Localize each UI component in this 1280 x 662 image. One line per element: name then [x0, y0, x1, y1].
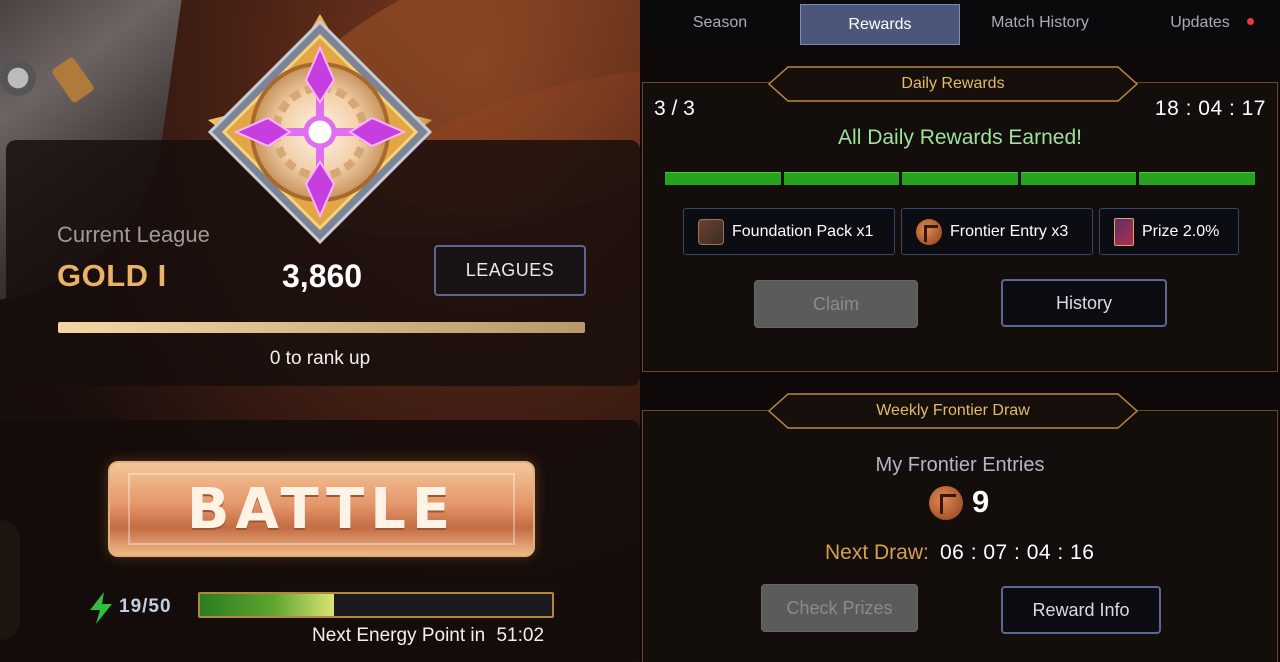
next-draw-label: Next Draw: — [825, 541, 929, 564]
check-prizes-button[interactable]: Check Prizes — [761, 584, 918, 632]
league-panel: Current League GOLD I 3,860 LEAGUES 0 to… — [0, 0, 640, 662]
daily-progress-segment — [1020, 172, 1137, 185]
weekly-draw-title: Weekly Frontier Draw — [876, 402, 1030, 419]
tab-updates[interactable]: Updates — [1120, 0, 1280, 46]
claim-button[interactable]: Claim — [754, 280, 918, 328]
lightning-icon — [90, 592, 112, 624]
energy-bar — [198, 592, 554, 618]
energy-bar-fill — [200, 594, 334, 616]
current-league-label: Current League — [57, 222, 210, 247]
energy-count: 19/50 — [119, 596, 172, 617]
frontier-coin-icon — [916, 218, 942, 245]
tab-season[interactable]: Season — [640, 0, 800, 46]
daily-count: 3 / 3 — [654, 97, 695, 120]
frontier-entries-label: My Frontier Entries — [875, 454, 1045, 476]
league-points: 3,860 — [282, 258, 363, 294]
history-button[interactable]: History — [1001, 279, 1167, 327]
tab-rewards[interactable]: Rewards — [800, 4, 960, 45]
tab-match-history-label: Match History — [991, 14, 1089, 31]
daily-rewards-title-wrap: Daily Rewards — [768, 66, 1138, 102]
gold-league-badge-icon — [207, 14, 433, 245]
rank-progress-bar — [58, 322, 585, 333]
reward-prize-label: Prize 2.0% — [1142, 222, 1220, 240]
daily-progress-segment — [902, 172, 1018, 185]
tab-match-history[interactable]: Match History — [960, 0, 1120, 46]
next-energy-text: Next Energy Point in 51:02 — [312, 625, 544, 647]
notification-dot-icon — [1247, 18, 1254, 25]
daily-status: All Daily Rewards Earned! — [838, 126, 1082, 149]
app-root: Current League GOLD I 3,860 LEAGUES 0 to… — [0, 0, 1280, 662]
rank-up-text: 0 to rank up — [269, 348, 371, 369]
league-name: GOLD I — [57, 258, 167, 293]
frontier-coin-icon — [929, 486, 963, 520]
weekly-draw-title-wrap: Weekly Frontier Draw — [768, 393, 1138, 429]
rank-progress-fill — [58, 322, 585, 333]
daily-progress-segment — [665, 172, 781, 185]
reward-frontier-entry-label: Frontier Entry x3 — [950, 222, 1069, 240]
weekly-draw-panel — [642, 410, 1278, 662]
tab-updates-label: Updates — [1170, 14, 1230, 31]
daily-progress-segment — [783, 172, 900, 185]
daily-progress-bar — [665, 172, 1255, 185]
daily-rewards-title: Daily Rewards — [901, 75, 1005, 92]
reward-prize[interactable]: Prize 2.0% — [1099, 208, 1239, 255]
reward-frontier-entry[interactable]: Frontier Entry x3 — [901, 208, 1093, 255]
daily-timer: 18 : 04 : 17 — [1154, 97, 1266, 120]
reward-info-button[interactable]: Reward Info — [1001, 586, 1161, 634]
next-energy-time: 51:02 — [496, 625, 545, 646]
prize-card-icon — [1114, 217, 1134, 246]
tab-bar: Season Rewards Match History Updates — [640, 0, 1280, 46]
daily-progress-segment — [1139, 172, 1255, 185]
axe-bolt — [0, 60, 36, 96]
leagues-button[interactable]: LEAGUES — [434, 245, 586, 296]
tab-rewards-label: Rewards — [848, 15, 912, 33]
next-energy-label: Next Energy Point in — [312, 625, 486, 646]
battle-button[interactable]: BATTLE — [108, 461, 535, 557]
next-draw-timer: 06 : 07 : 04 : 16 — [940, 541, 1095, 564]
battle-label: BATTLE — [186, 477, 457, 542]
reward-foundation-pack-label: Foundation Pack x1 — [732, 222, 874, 240]
tab-season-label: Season — [692, 14, 748, 31]
pack-icon — [698, 218, 724, 245]
frontier-entries-value: 9 — [972, 484, 990, 519]
reward-foundation-pack[interactable]: Foundation Pack x1 — [683, 208, 895, 255]
